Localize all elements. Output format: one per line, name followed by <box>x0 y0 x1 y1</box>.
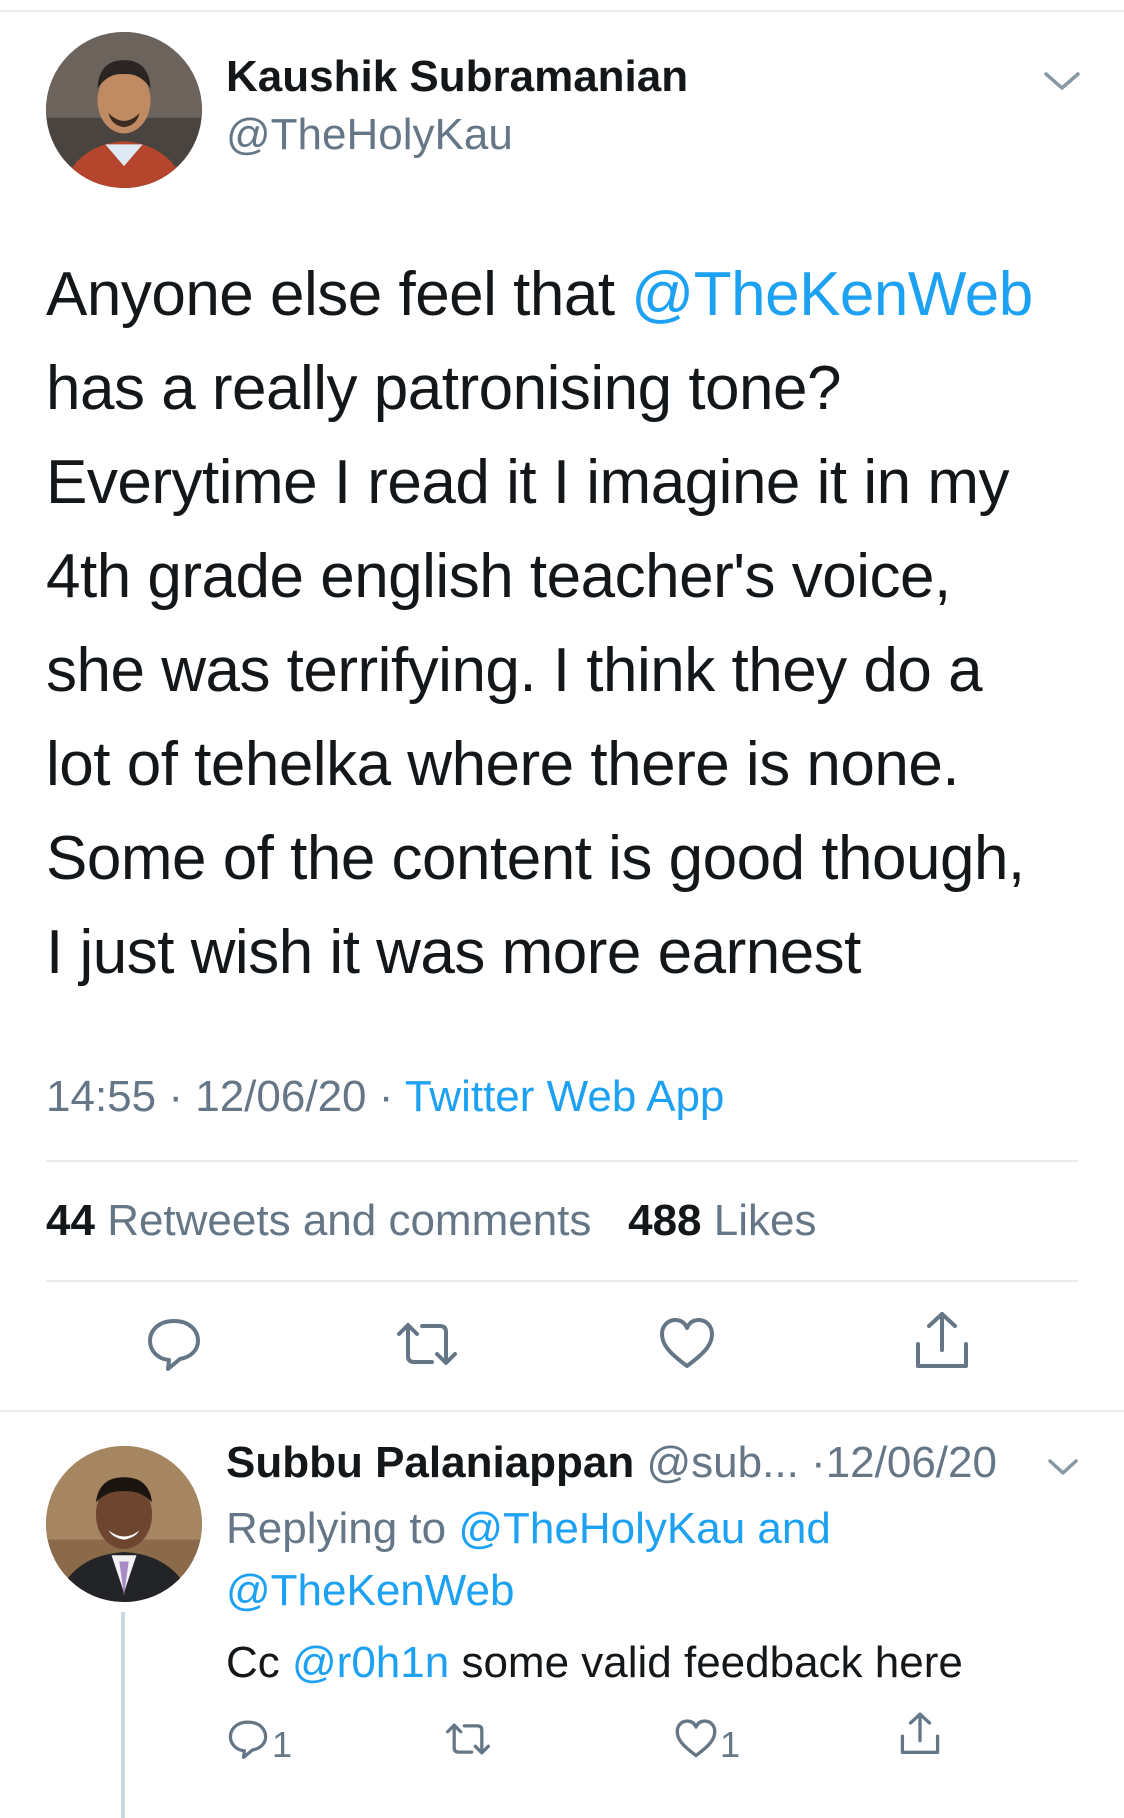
retweets-stat[interactable]: 44 Retweets and comments <box>46 1196 591 1245</box>
likes-count: 488 <box>628 1196 702 1245</box>
replying-to-label: Replying to <box>226 1504 447 1553</box>
tweet-stats: 44 Retweets and comments 488 Likes <box>46 1196 816 1246</box>
reply-retweet-button[interactable] <box>444 1718 492 1760</box>
retweet-icon[interactable] <box>394 1316 460 1372</box>
tweet-line: 4th grade english teacher's voice, <box>46 542 951 611</box>
reply-icon <box>228 1720 268 1759</box>
reply-text: Cc @r0h1n some valid feedback here <box>226 1638 963 1688</box>
chevron-down-icon[interactable] <box>1046 1454 1080 1480</box>
reply-date[interactable]: 12/06/20 <box>826 1438 997 1487</box>
chevron-down-icon[interactable] <box>1042 66 1082 96</box>
reply-author-avatar[interactable] <box>46 1446 202 1602</box>
likes-label: Likes <box>713 1196 817 1245</box>
top-divider <box>0 10 1124 12</box>
tweet-line: lot of tehelka where there is none. <box>46 730 960 799</box>
tweet-line: Anyone else feel that @TheKenWeb <box>46 248 1086 342</box>
replying-to: Replying to @TheHolyKau and @TheKenWeb <box>226 1498 1046 1622</box>
tweet-line: I just wish it was more earnest <box>46 918 861 987</box>
separator-dot: · <box>168 1072 183 1121</box>
reply-count: 1 <box>272 1724 293 1765</box>
reply-icon[interactable] <box>144 1316 204 1372</box>
reply-header: Subbu Palaniappan @sub... ·12/06/20 <box>226 1438 997 1488</box>
tweet-date: 12/06/20 <box>195 1072 367 1121</box>
tweet-time: 14:55 <box>46 1072 157 1121</box>
mention-link[interactable]: @TheKenWeb <box>226 1566 514 1615</box>
tweet-line-text: Anyone else feel that <box>46 260 632 329</box>
tweet-source-link[interactable]: Twitter Web App <box>405 1072 725 1121</box>
divider <box>46 1160 1078 1162</box>
author-avatar[interactable] <box>46 32 202 188</box>
reply-share-button[interactable] <box>898 1710 942 1758</box>
separator-dot: · <box>378 1072 394 1121</box>
like-icon[interactable] <box>658 1316 716 1372</box>
tweet-line: she was terrifying. I think they do a <box>46 636 983 705</box>
reply-author-name[interactable]: Subbu Palaniappan <box>226 1438 634 1487</box>
retweet-icon <box>446 1723 490 1755</box>
reply-text-body: some valid feedback here <box>449 1638 963 1687</box>
tweet-line: Everytime I read it I imagine it in my <box>46 448 1009 517</box>
likes-stat[interactable]: 488 Likes <box>628 1196 816 1245</box>
author-name[interactable]: Kaushik Subramanian <box>226 52 688 102</box>
reply-author-handle[interactable]: @sub... <box>647 1438 799 1487</box>
share-icon[interactable] <box>912 1310 972 1372</box>
separator-dot: · <box>811 1438 826 1487</box>
mention-link[interactable]: @TheKenWeb <box>631 260 1033 329</box>
like-count: 1 <box>720 1724 741 1765</box>
share-icon <box>900 1712 940 1754</box>
reply-reply-button[interactable]: 1 <box>226 1718 292 1766</box>
replying-and[interactable]: and <box>757 1504 830 1553</box>
mention-link[interactable]: @r0h1n <box>292 1638 449 1687</box>
mention-link[interactable]: @TheHolyKau <box>458 1504 745 1553</box>
thread-connector <box>121 1612 125 1818</box>
tweet-metadata: 14:55 · 12/06/20 · Twitter Web App <box>46 1072 724 1122</box>
tweet-line: has a really patronising tone? <box>46 354 841 423</box>
retweets-label: Retweets and comments <box>107 1196 592 1245</box>
divider <box>0 1410 1124 1412</box>
retweets-count: 44 <box>46 1196 95 1245</box>
tweet-text: Anyone else feel that @TheKenWeb has a r… <box>46 248 1086 1000</box>
divider <box>46 1280 1078 1282</box>
author-handle[interactable]: @TheHolyKau <box>226 110 513 160</box>
reply-like-button[interactable]: 1 <box>674 1718 740 1766</box>
tweet-line: Some of the content is good though, <box>46 824 1025 893</box>
like-icon <box>675 1719 717 1758</box>
reply-text-prefix: Cc <box>226 1638 280 1687</box>
